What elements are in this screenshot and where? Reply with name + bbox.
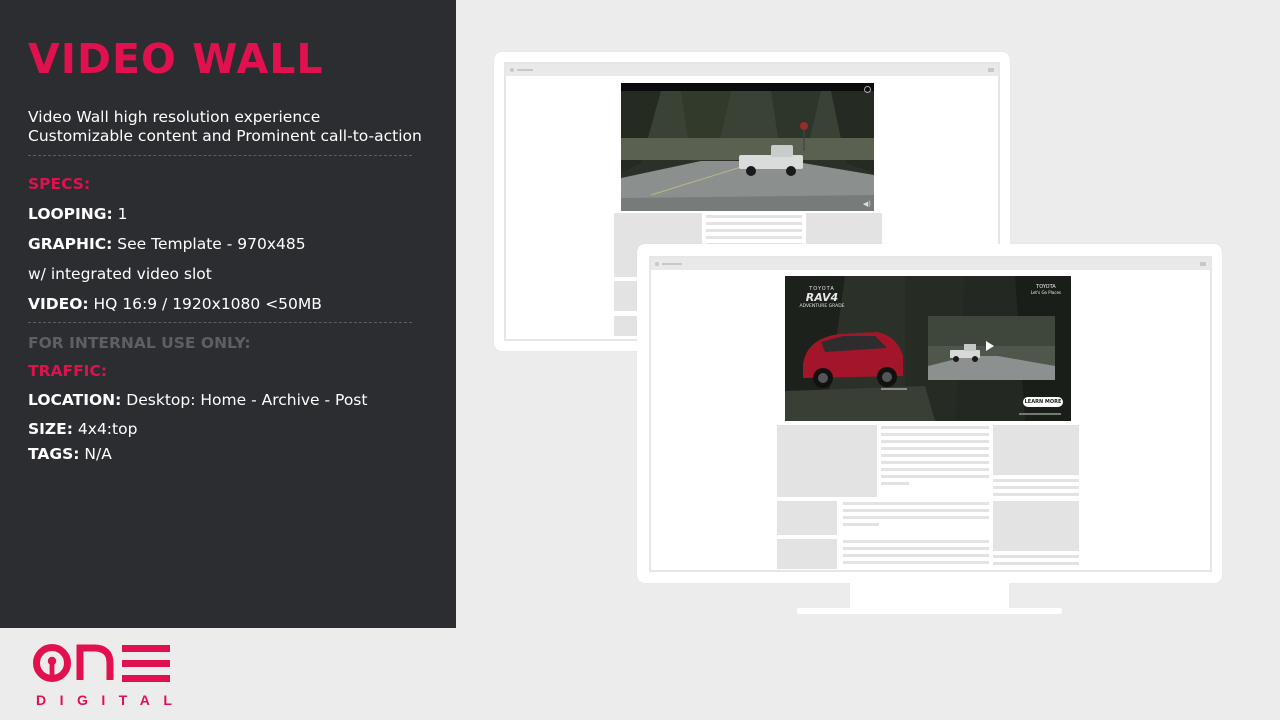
- divider: [28, 155, 412, 156]
- content-block: [993, 425, 1079, 475]
- traffic-heading: TRAFFIC:: [28, 362, 108, 380]
- text-line: [881, 433, 989, 436]
- text-line: [843, 509, 989, 512]
- ad-toyota-logo: TOYOTA Let's Go Places: [1031, 284, 1061, 296]
- traffic-tags-value: N/A: [84, 445, 112, 463]
- traffic-location-label: LOCATION:: [28, 391, 122, 409]
- video-player[interactable]: ◀): [621, 83, 874, 211]
- content-block: [777, 425, 877, 497]
- spec-video-label: VIDEO:: [28, 295, 89, 313]
- spec-graphic-value: See Template - 970x485: [117, 235, 306, 253]
- traffic-size-value: 4x4:top: [77, 420, 138, 438]
- front-monitor: TOYOTA RAV4 ADVENTURE GRADE TOYOTA Let's…: [637, 244, 1222, 583]
- traffic-tags: TAGS: N/A: [28, 444, 112, 464]
- browser-bar: [651, 258, 1210, 270]
- spec-looping-label: LOOPING:: [28, 205, 113, 223]
- spec-graphic-note: w/ integrated video slot: [28, 265, 212, 283]
- content-block: [777, 539, 837, 569]
- front-screen: TOYOTA RAV4 ADVENTURE GRADE TOYOTA Let's…: [649, 256, 1212, 572]
- text-line: [843, 561, 989, 564]
- learn-more-button[interactable]: LEARN MORE: [1023, 397, 1063, 407]
- traffic-size: SIZE: 4x4:top: [28, 419, 137, 439]
- monitor-stand-neck: [850, 583, 1009, 608]
- browser-bar: [506, 64, 998, 76]
- one-digital-logo: DIGITAL: [33, 644, 172, 707]
- text-line: [993, 486, 1079, 489]
- text-line: [843, 540, 989, 543]
- volume-icon[interactable]: ◀): [863, 201, 871, 208]
- ad-edition: ADVENTURE GRADE: [799, 304, 845, 309]
- text-line: [993, 555, 1079, 558]
- ad-model: RAV4: [805, 291, 839, 304]
- text-line: [881, 461, 989, 464]
- text-line: [881, 475, 989, 478]
- text-line: [706, 222, 802, 225]
- specs-heading: SPECS:: [28, 175, 91, 193]
- text-line: [843, 523, 879, 526]
- content-block: [777, 501, 837, 535]
- spec-looping: LOOPING: 1: [28, 204, 128, 224]
- divider: [28, 322, 412, 323]
- video-frame-image: [621, 83, 874, 211]
- text-line: [881, 482, 909, 485]
- traffic-tags-label: TAGS:: [28, 445, 80, 463]
- ad-tagline: Let's Go Places: [1030, 290, 1061, 295]
- text-line: [993, 562, 1079, 565]
- description-line-1: Video Wall high resolution experience: [28, 108, 321, 126]
- content-block: [806, 213, 882, 247]
- monitor-stand-base: [797, 608, 1062, 614]
- spec-video: VIDEO: HQ 16:9 / 1920x1080 <50MB: [28, 294, 322, 314]
- text-line: [881, 468, 989, 471]
- spec-graphic-label: GRAPHIC:: [28, 235, 113, 253]
- embedded-video-slot[interactable]: [928, 316, 1055, 380]
- text-line: [993, 493, 1079, 496]
- traffic-location-value: Desktop: Home - Archive - Post: [126, 391, 368, 409]
- spec-video-value: HQ 16:9 / 1920x1080 <50MB: [93, 295, 322, 313]
- text-line: [706, 236, 802, 239]
- text-line: [706, 229, 802, 232]
- text-line: [881, 426, 989, 429]
- content-block: [993, 501, 1079, 551]
- traffic-location: LOCATION: Desktop: Home - Archive - Post: [28, 390, 367, 410]
- text-line: [843, 516, 989, 519]
- text-line: [993, 479, 1079, 482]
- play-icon[interactable]: [986, 341, 994, 351]
- internal-use-heading: FOR INTERNAL USE ONLY:: [28, 334, 251, 352]
- text-line: [843, 547, 989, 550]
- logo-sub-text: DIGITAL: [36, 692, 172, 707]
- text-line: [881, 447, 989, 450]
- spec-panel: VIDEO WALL Video Wall high resolution ex…: [0, 0, 456, 628]
- video-wall-ad[interactable]: TOYOTA RAV4 ADVENTURE GRADE TOYOTA Let's…: [785, 276, 1071, 421]
- description-line-2: Customizable content and Prominent call-…: [28, 127, 422, 145]
- page-title: VIDEO WALL: [28, 35, 324, 83]
- spec-looping-value: 1: [117, 205, 128, 223]
- text-line: [843, 502, 989, 505]
- text-line: [881, 440, 989, 443]
- spec-graphic: GRAPHIC: See Template - 970x485: [28, 234, 306, 254]
- text-line: [706, 215, 802, 218]
- text-line: [843, 554, 989, 557]
- close-icon[interactable]: [864, 86, 871, 93]
- traffic-size-label: SIZE:: [28, 420, 73, 438]
- text-line: [881, 454, 989, 457]
